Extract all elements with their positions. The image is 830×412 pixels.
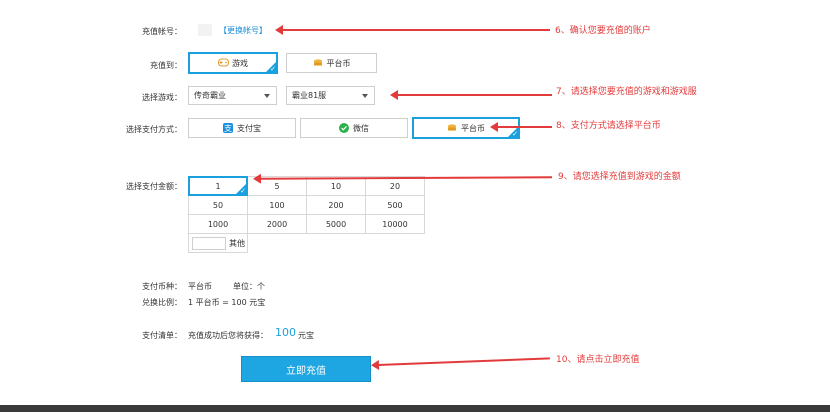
amount-option-500[interactable]: 500 [365,195,425,215]
amount-option-label: 1 [215,181,221,191]
bill-label: 支付清单： [142,331,182,340]
ratio-label: 兑换比例： [142,298,182,307]
recharge-to-game-label: 游戏 [232,58,248,68]
recharge-to-platform-coin-label: 平台币 [326,58,351,68]
amount-option-1000[interactable]: 1000 [188,214,248,234]
arrow-head-icon [275,25,283,35]
game-select-label: 选择游戏： [142,93,182,102]
arrow-head-icon [490,122,498,132]
amount-option-label: 100 [269,200,285,210]
annotation-arrow-7 [390,90,552,100]
annotation-6: 6、确认您要充值的账户 [555,26,651,36]
recharge-to-game-option[interactable]: 游戏 ✓ [188,52,278,74]
payment-method-label: 选择支付方式： [126,125,182,134]
amount-option-50[interactable]: 50 [188,195,248,215]
game-dropdown-value: 传奇霸业 [194,91,226,100]
amount-option-label: 500 [387,200,403,210]
bill-text: 充值成功后您将获得： [188,331,268,340]
amount-other-label: 其他 [229,238,245,248]
currency-value: 平台币 [188,282,212,291]
amount-row: 1000 2000 5000 10000 [188,214,428,234]
gamepad-icon [218,58,229,68]
amount-other-input[interactable] [192,236,226,250]
amount-option-2000[interactable]: 2000 [247,214,307,234]
annotation-arrow-6 [275,25,550,35]
coin-stack-icon [313,58,323,68]
arrow-head-icon [252,173,262,184]
amount-option-100[interactable]: 100 [247,195,307,215]
payment-platform-coin-label: 平台币 [461,123,485,133]
arrow-head-icon [390,90,398,100]
amount-label: 选择支付金额： [126,182,182,191]
recharge-now-button[interactable]: 立即充值 [241,356,371,382]
payment-wechat-label: 微信 [353,123,369,133]
annotation-7: 7、请选择您要充值的游戏和游戏服 [556,87,697,97]
chevron-down-icon [362,93,368,98]
amount-option-1[interactable]: 1 ✓ [188,176,248,196]
server-dropdown-value: 霸业81服 [292,91,327,100]
amount-option-label: 5000 [325,219,347,229]
amount-option-5000[interactable]: 5000 [306,214,366,234]
annotation-8: 8、支付方式请选择平台币 [556,121,661,131]
chevron-down-icon [264,93,270,98]
server-dropdown[interactable]: 霸业81服 [286,86,375,105]
unit-label: 单位：个 [233,282,265,291]
amount-option-10000[interactable]: 10000 [365,214,425,234]
recharge-to-platform-coin-option[interactable]: 平台币 [286,53,377,73]
coin-stack-icon [447,123,457,133]
amount-option-label: 1000 [207,219,229,229]
amount-row: 50 100 200 500 [188,195,428,215]
ratio-value: 1 平台币 = 100 元宝 [188,298,266,307]
amount-grid: 1 ✓ 5 10 20 50 100 200 500 1000 2000 500… [188,176,428,253]
wechat-icon [339,123,349,133]
amount-option-label: 10000 [382,219,408,229]
account-value-placeholder [198,24,212,36]
annotation-arrow-8 [490,122,552,132]
amount-option-label: 200 [328,200,344,210]
svg-text:支: 支 [224,123,232,133]
game-dropdown[interactable]: 传奇霸业 [188,86,277,105]
amount-option-label: 20 [389,181,401,191]
checkmark-icon: ✓ [240,187,246,195]
annotation-10: 10、请点击立即充值 [556,355,640,365]
currency-label: 支付币种： [142,282,182,291]
amount-option-200[interactable]: 200 [306,195,366,215]
payment-alipay-label: 支付宝 [237,123,261,133]
recharge-to-label: 充值到： [150,61,182,70]
payment-wechat-option[interactable]: 微信 [300,118,408,138]
account-label: 充值帐号： [142,27,182,36]
amount-other-cell: 其他 [188,233,248,253]
amount-option-label: 10 [330,181,342,191]
amount-option-label: 2000 [266,219,288,229]
alipay-icon: 支 [223,123,233,133]
bill-amount: 100 [275,326,296,339]
amount-option-label: 5 [274,181,280,191]
amount-option-label: 50 [212,200,224,210]
arrow-head-icon [370,359,380,371]
checkmark-icon: ✓ [270,65,276,73]
change-account-link[interactable]: 【更换帐号】 [219,25,267,36]
annotation-arrow-10 [370,357,550,371]
payment-alipay-option[interactable]: 支 支付宝 [188,118,296,138]
amount-other-row: 其他 [188,233,428,253]
annotation-9: 9、请您选择充值到游戏的金额 [558,172,681,182]
bottom-bar [0,405,830,412]
payment-platform-coin-option[interactable]: 平台币 ✓ [412,117,520,139]
checkmark-icon: ✓ [512,130,518,138]
bill-unit: 元宝 [298,331,314,340]
